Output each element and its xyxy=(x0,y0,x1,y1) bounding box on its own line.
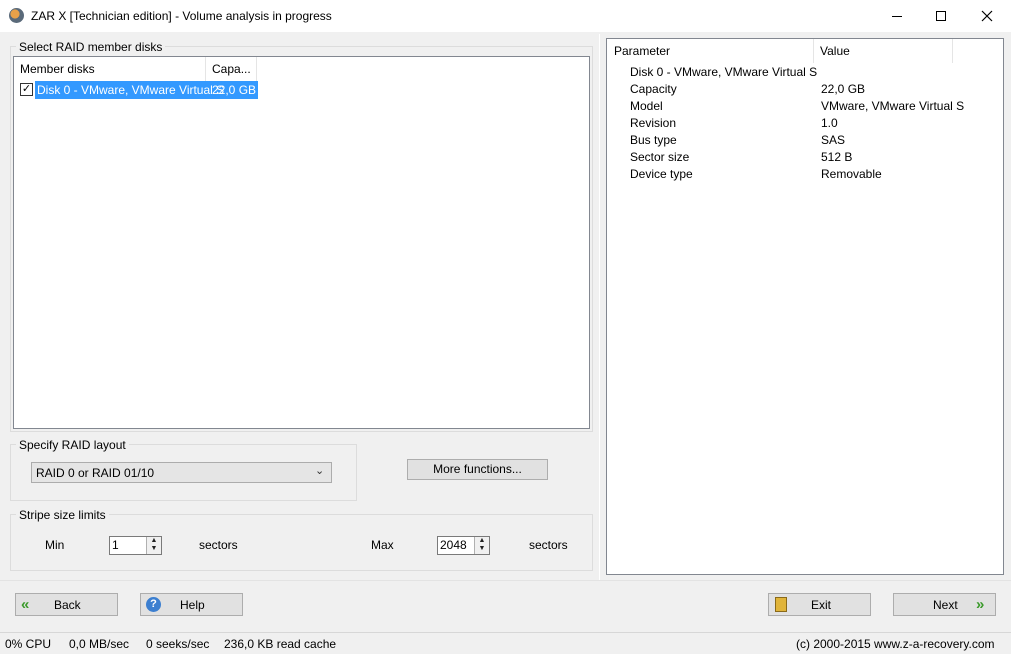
splitter[interactable] xyxy=(599,34,600,580)
chevron-down-icon: ⌄ xyxy=(315,465,325,477)
column-capacity[interactable]: Capa... xyxy=(206,57,257,81)
status-seeks: 0 seeks/sec xyxy=(146,637,210,651)
member-disk-capacity: 22,0 GB xyxy=(212,83,257,97)
parameter-value: 1.0 xyxy=(821,116,838,130)
raid-layout-selected-value: RAID 0 or RAID 01/10 xyxy=(36,466,155,480)
stripe-max-unit: sectors xyxy=(529,538,568,552)
raid-layout-select[interactable]: RAID 0 or RAID 01/10 ⌄ xyxy=(31,462,332,483)
maximize-icon xyxy=(936,11,946,21)
stripe-min-value[interactable]: 1 xyxy=(112,538,119,552)
stripe-min-label: Min xyxy=(45,538,65,552)
chevrons-left-icon: « xyxy=(21,596,30,613)
more-functions-button[interactable]: More functions... xyxy=(407,459,548,480)
member-disk-checkbox[interactable]: ✓ xyxy=(20,83,33,96)
parameter-name: Revision xyxy=(630,116,677,130)
app-icon xyxy=(9,8,24,23)
member-disk-row[interactable]: ✓ Disk 0 - VMware, VMware Virtual S 22,0… xyxy=(15,81,258,99)
parameter-disk-heading: Disk 0 - VMware, VMware Virtual S xyxy=(630,65,818,79)
stripe-size-group xyxy=(10,514,593,571)
member-disk-name: Disk 0 - VMware, VMware Virtual S xyxy=(37,83,225,97)
column-value[interactable]: Value xyxy=(814,39,953,63)
nav-separator xyxy=(0,580,1011,581)
column-member-disks[interactable]: Member disks xyxy=(14,57,206,81)
help-icon: ? xyxy=(146,597,161,612)
parameter-value: SAS xyxy=(821,133,846,147)
help-button-label: Help xyxy=(180,598,205,612)
status-cache: 236,0 KB read cache xyxy=(224,637,337,651)
spin-arrows-icon[interactable]: ▲ ▼ xyxy=(146,537,161,554)
column-parameter[interactable]: Parameter xyxy=(608,39,814,63)
exit-button-label: Exit xyxy=(811,598,832,612)
parameter-name: Model xyxy=(630,99,663,113)
member-disk-row-selection[interactable]: Disk 0 - VMware, VMware Virtual S 22,0 G… xyxy=(35,81,258,99)
stripe-max-stepper[interactable]: 2048 ▲ ▼ xyxy=(437,536,490,555)
spin-arrows-icon[interactable]: ▲ ▼ xyxy=(474,537,489,554)
back-button[interactable]: « Back xyxy=(15,593,118,616)
exit-button[interactable]: Exit xyxy=(768,593,871,616)
door-icon xyxy=(775,597,787,612)
close-button[interactable] xyxy=(964,0,1010,32)
parameter-value: 512 B xyxy=(821,150,853,164)
parameter-name: Bus type xyxy=(630,133,677,147)
parameter-value: 22,0 GB xyxy=(821,82,866,96)
parameter-value: VMware, VMware Virtual S xyxy=(821,99,965,113)
member-disks-list[interactable] xyxy=(13,56,590,429)
minimize-icon xyxy=(892,15,902,17)
stripe-max-label: Max xyxy=(371,538,394,552)
parameter-name: Capacity xyxy=(630,82,677,96)
back-button-label: Back xyxy=(54,598,81,612)
status-copyright: (c) 2000-2015 www.z-a-recovery.com xyxy=(796,637,995,651)
minimize-button[interactable] xyxy=(874,0,920,32)
window-title: ZAR X [Technician edition] - Volume anal… xyxy=(31,9,332,23)
parameter-name: Sector size xyxy=(630,150,690,164)
chevrons-right-icon: » xyxy=(976,596,985,613)
status-cpu: 0% CPU xyxy=(5,637,52,651)
next-button-label: Next xyxy=(933,598,958,612)
stripe-min-stepper[interactable]: 1 ▲ ▼ xyxy=(109,536,162,555)
raid-members-group-title: Select RAID member disks xyxy=(16,40,166,54)
raid-layout-group-title: Specify RAID layout xyxy=(16,438,129,452)
stripe-max-value[interactable]: 2048 xyxy=(440,538,467,552)
status-throughput: 0,0 MB/sec xyxy=(69,637,130,651)
maximize-button[interactable] xyxy=(918,0,964,32)
parameter-value: Removable xyxy=(821,167,882,181)
close-icon xyxy=(981,10,993,22)
stripe-size-group-title: Stripe size limits xyxy=(16,508,109,522)
parameter-name: Device type xyxy=(630,167,693,181)
status-bar: 0% CPU 0,0 MB/sec 0 seeks/sec 236,0 KB r… xyxy=(0,632,1011,654)
stripe-min-unit: sectors xyxy=(199,538,238,552)
help-button[interactable]: ? Help xyxy=(140,593,243,616)
member-disks-header: Member disks Capa... xyxy=(14,57,589,81)
next-button[interactable]: Next » xyxy=(893,593,996,616)
